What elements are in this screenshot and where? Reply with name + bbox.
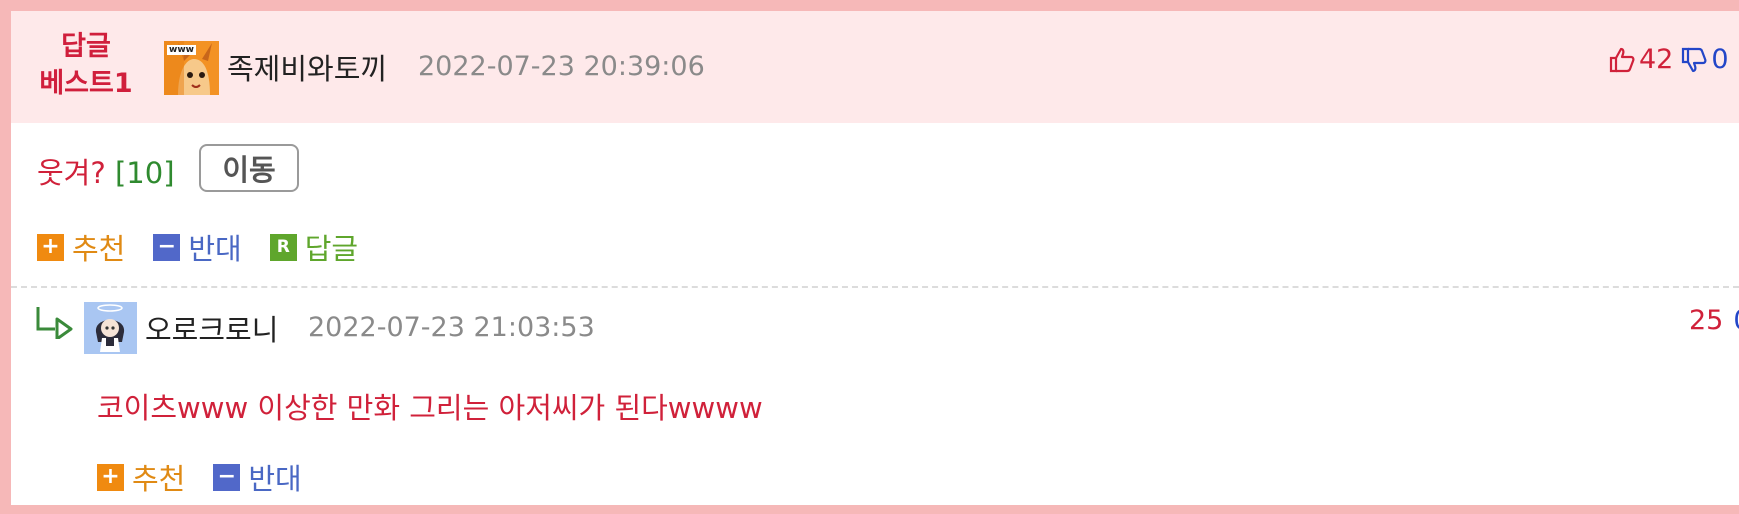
avatar[interactable]: www <box>164 41 219 95</box>
oppose-label: 반대 <box>188 232 242 266</box>
minus-icon: − <box>153 233 181 261</box>
oppose-button[interactable]: − 반대 <box>213 456 302 498</box>
thumbs-down-icon <box>1682 47 1707 72</box>
recommend-label: 추천 <box>132 462 186 496</box>
upvote-count: 25 <box>1689 305 1724 336</box>
recommend-label: 추천 <box>72 232 126 266</box>
avatar[interactable] <box>84 302 137 354</box>
vote-summary: 25 0 <box>1689 305 1739 336</box>
comment-body: 웃겨? [10] <box>37 150 175 192</box>
recommend-button[interactable]: + 추천 <box>97 456 185 498</box>
comment-text[interactable]: 코이츠www 이상한 만화 그리는 아저씨가 된다wwww <box>97 385 763 427</box>
move-button[interactable]: 이동 <box>199 144 299 192</box>
minus-icon: − <box>213 463 241 491</box>
avatar-image <box>84 302 137 354</box>
comment-timestamp: 2022-07-23 20:39:06 <box>418 51 705 82</box>
comment-actions: + 추천 − 반대 R 답글 <box>37 226 358 268</box>
vote-summary: 42 0 <box>1609 44 1729 75</box>
comment-text[interactable]: 웃겨? <box>37 156 106 190</box>
comment-author-name[interactable]: 오로크로니 <box>145 307 278 349</box>
reply-count: [10] <box>114 156 175 190</box>
downvote-count: 0 <box>1711 44 1729 75</box>
oppose-label: 반대 <box>248 462 302 496</box>
comment-timestamp: 2022-07-23 21:03:53 <box>308 312 595 343</box>
comment-actions: + 추천 − 반대 <box>97 456 302 498</box>
comment-divider <box>11 286 1739 288</box>
badge-line-1: 답글 <box>61 31 111 62</box>
reply-label: 답글 <box>304 232 359 266</box>
oppose-button[interactable]: − 반대 <box>153 226 242 268</box>
badge-line-2: 베스트1 <box>39 68 133 99</box>
best-reply-badge: 답글 베스트1 <box>26 28 146 102</box>
reply-button[interactable]: R 답글 <box>269 226 359 268</box>
plus-icon: + <box>97 463 124 491</box>
thumbs-up-icon <box>1609 47 1635 72</box>
downvote-count: 0 <box>1733 305 1739 336</box>
upvote-count: 42 <box>1639 44 1674 75</box>
recommend-button[interactable]: + 추천 <box>37 226 125 268</box>
comment-author-name[interactable]: 족제비와토끼 <box>227 46 387 88</box>
reply-arrow-icon <box>36 307 73 339</box>
reply-icon: R <box>269 233 297 261</box>
avatar-tag: www <box>167 45 196 55</box>
plus-icon: + <box>37 233 64 261</box>
